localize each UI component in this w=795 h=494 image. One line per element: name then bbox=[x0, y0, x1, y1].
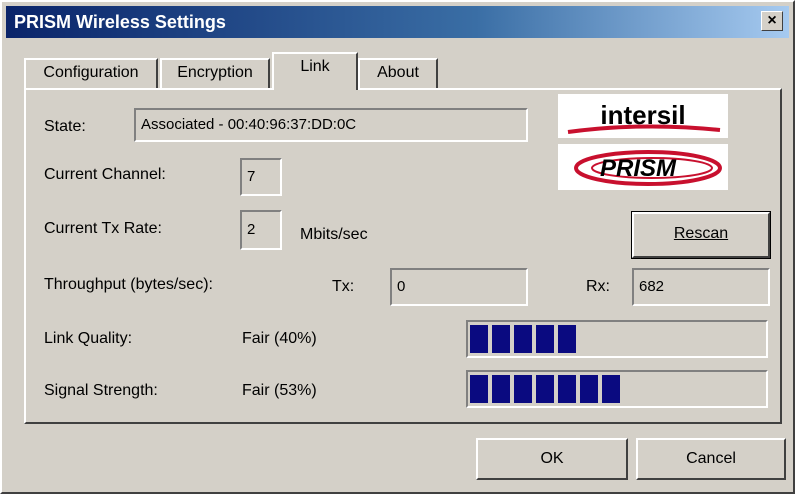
rescan-button[interactable]: Rescan bbox=[631, 211, 771, 259]
close-button[interactable]: × bbox=[761, 11, 783, 31]
progress-block bbox=[558, 325, 576, 353]
link-tab-panel: State: Associated - 00:40:96:37:DD:0C in… bbox=[24, 88, 782, 424]
link-quality-label: Link Quality: bbox=[44, 330, 133, 347]
prism-logo-text: PRISM bbox=[600, 155, 677, 182]
signal-strength-fill bbox=[470, 375, 620, 403]
progress-block bbox=[536, 375, 554, 403]
dialog-window: PRISM Wireless Settings × Configuration … bbox=[0, 0, 795, 494]
signal-strength-bar bbox=[466, 370, 768, 408]
signal-strength-value: Fair (53%) bbox=[242, 382, 317, 399]
rx-label: Rx: bbox=[586, 278, 610, 295]
current-channel-label: Current Channel: bbox=[44, 166, 166, 183]
progress-block bbox=[514, 325, 532, 353]
progress-block bbox=[602, 375, 620, 403]
ok-button[interactable]: OK bbox=[476, 438, 628, 480]
progress-block bbox=[470, 325, 488, 353]
current-channel-field: 7 bbox=[240, 158, 282, 196]
window-title: PRISM Wireless Settings bbox=[14, 12, 226, 32]
state-label: State: bbox=[44, 118, 86, 135]
progress-block bbox=[492, 375, 510, 403]
progress-block bbox=[558, 375, 576, 403]
tx-rate-unit: Mbits/sec bbox=[300, 226, 368, 243]
cancel-button[interactable]: Cancel bbox=[636, 438, 786, 480]
progress-block bbox=[470, 375, 488, 403]
progress-block bbox=[492, 325, 510, 353]
throughput-label: Throughput (bytes/sec): bbox=[44, 276, 213, 293]
progress-block bbox=[536, 325, 554, 353]
progress-block bbox=[580, 375, 598, 403]
tx-throughput-field: 0 bbox=[390, 268, 528, 306]
signal-strength-label: Signal Strength: bbox=[44, 382, 158, 399]
progress-block bbox=[514, 375, 532, 403]
tab-link[interactable]: Link bbox=[272, 52, 358, 90]
link-quality-bar bbox=[466, 320, 768, 358]
link-quality-value: Fair (40%) bbox=[242, 330, 317, 347]
tx-label: Tx: bbox=[332, 278, 355, 295]
tab-configuration[interactable]: Configuration bbox=[24, 58, 158, 88]
title-bar[interactable]: PRISM Wireless Settings × bbox=[6, 6, 789, 38]
link-quality-fill bbox=[470, 325, 576, 353]
tab-encryption[interactable]: Encryption bbox=[160, 58, 270, 88]
rescan-button-label: Rescan bbox=[673, 225, 729, 242]
prism-logo: PRISM bbox=[558, 144, 728, 190]
current-tx-rate-label: Current Tx Rate: bbox=[44, 220, 162, 237]
tab-about[interactable]: About bbox=[358, 58, 438, 88]
state-field: Associated - 00:40:96:37:DD:0C bbox=[134, 108, 528, 142]
intersil-logo: intersil bbox=[558, 94, 728, 138]
rx-throughput-field: 682 bbox=[632, 268, 770, 306]
current-tx-rate-field: 2 bbox=[240, 210, 282, 250]
